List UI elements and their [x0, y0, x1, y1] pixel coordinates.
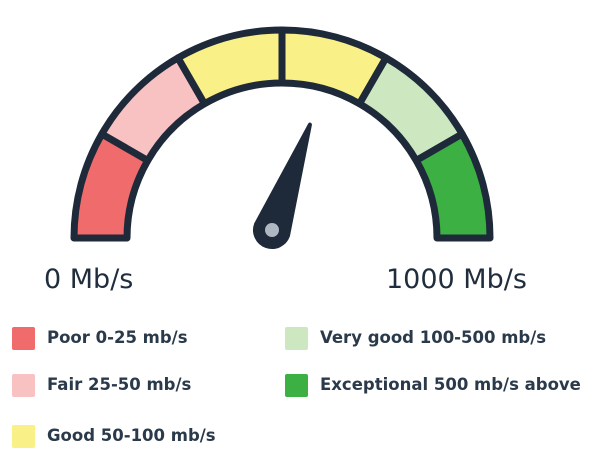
legend-item-fair: Fair 25-50 mb/s [12, 370, 191, 400]
speed-gauge [70, 26, 494, 249]
gauge-needle [253, 122, 312, 249]
legend-item-exceptional: Exceptional 500 mb/s above [285, 370, 581, 400]
gauge-needle-pointer [253, 122, 312, 249]
legend-swatch-very-good [285, 326, 308, 350]
gauge-min-label: 0 Mb/s [44, 264, 134, 295]
legend-item-very-good: Very good 100-500 mb/s [285, 323, 546, 353]
legend-swatch-good [12, 424, 35, 448]
legend-label-exceptional: Exceptional 500 mb/s above [320, 375, 581, 394]
gauge-max-label: 1000 Mb/s [386, 264, 527, 295]
legend-item-good: Good 50-100 mb/s [12, 421, 216, 451]
legend-item-poor: Poor 0-25 mb/s [12, 323, 188, 353]
legend-label-good: Good 50-100 mb/s [47, 426, 216, 445]
legend-label-poor: Poor 0-25 mb/s [47, 328, 188, 347]
legend-label-very-good: Very good 100-500 mb/s [320, 328, 547, 347]
legend-swatch-fair [12, 373, 35, 397]
legend-label-fair: Fair 25-50 mb/s [47, 375, 192, 394]
legend-swatch-poor [12, 326, 35, 350]
legend-swatch-exceptional [285, 373, 308, 397]
gauge-hub-dot [265, 223, 279, 237]
